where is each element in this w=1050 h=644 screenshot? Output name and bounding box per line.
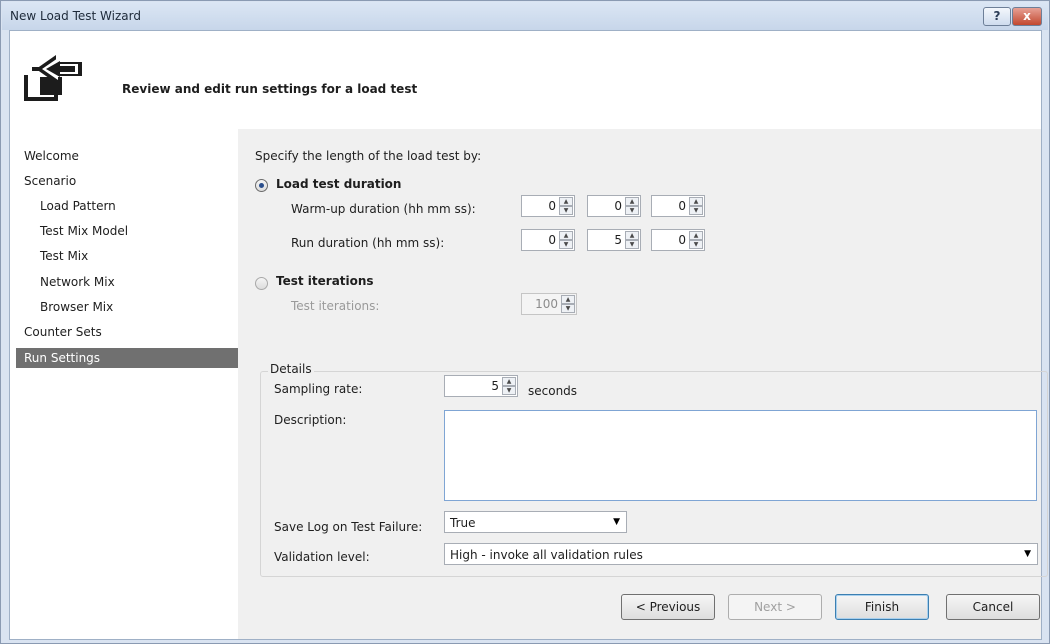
iterations-option-label[interactable]: Test iterations: [276, 274, 374, 288]
intro-text: Specify the length of the load test by:: [255, 149, 482, 163]
run-seconds-stepper[interactable]: 0 ▲ ▼: [651, 229, 705, 251]
finish-button[interactable]: Finish: [835, 594, 929, 620]
spin-down-icon[interactable]: ▼: [559, 206, 573, 215]
sampling-unit-label: seconds: [528, 384, 578, 398]
spin-down-icon[interactable]: ▼: [625, 206, 639, 215]
spin-down-icon[interactable]: ▼: [502, 386, 516, 395]
help-button[interactable]: ?: [983, 7, 1011, 26]
run-hours-stepper[interactable]: 0 ▲ ▼: [521, 229, 575, 251]
details-title: Details: [268, 362, 314, 376]
nav-item-counter-sets[interactable]: Counter Sets: [24, 322, 102, 342]
chevron-down-icon: ▼: [613, 517, 620, 527]
sampling-rate-stepper[interactable]: 5 ▲ ▼: [444, 375, 518, 397]
spin-up-icon[interactable]: ▲: [561, 295, 575, 304]
nav-item-run-settings[interactable]: Run Settings: [16, 348, 238, 368]
spin-up-icon[interactable]: ▲: [559, 231, 573, 240]
page-title: Review and edit run settings for a load …: [122, 82, 418, 96]
nav-item-test-mix[interactable]: Test Mix: [40, 246, 88, 266]
run-minutes-stepper[interactable]: 5 ▲ ▼: [587, 229, 641, 251]
warmup-hours-stepper[interactable]: 0 ▲ ▼: [521, 195, 575, 217]
spin-down-icon[interactable]: ▼: [689, 206, 703, 215]
spin-up-icon[interactable]: ▲: [502, 377, 516, 386]
spin-up-icon[interactable]: ▲: [559, 197, 573, 206]
wizard-client: Review and edit run settings for a load …: [9, 30, 1048, 640]
validation-level-label: Validation level:: [274, 550, 370, 564]
nav-item-load-pattern[interactable]: Load Pattern: [40, 196, 116, 216]
spin-up-icon[interactable]: ▲: [625, 231, 639, 240]
iterations-radio[interactable]: [255, 277, 268, 290]
iterations-stepper[interactable]: 100 ▲ ▼: [521, 293, 577, 315]
window-title: New Load Test Wizard: [10, 9, 141, 23]
sampling-rate-label: Sampling rate:: [274, 382, 363, 396]
nav-item-test-mix-model[interactable]: Test Mix Model: [40, 221, 128, 241]
nav-item-browser-mix[interactable]: Browser Mix: [40, 297, 113, 317]
spin-down-icon[interactable]: ▼: [559, 240, 573, 249]
wizard-header: Review and edit run settings for a load …: [10, 31, 1041, 129]
duration-option-label[interactable]: Load test duration: [276, 177, 401, 191]
iterations-field-label: Test iterations:: [291, 299, 380, 313]
cancel-button[interactable]: Cancel: [946, 594, 1040, 620]
run-settings-panel: Specify the length of the load test by: …: [238, 129, 1048, 639]
description-label: Description:: [274, 413, 347, 427]
save-log-select[interactable]: True ▼: [444, 511, 627, 533]
spin-up-icon[interactable]: ▲: [689, 197, 703, 206]
nav-item-network-mix[interactable]: Network Mix: [40, 272, 115, 292]
spin-up-icon[interactable]: ▲: [689, 231, 703, 240]
duration-radio[interactable]: [255, 179, 268, 192]
warmup-minutes-stepper[interactable]: 0 ▲ ▼: [587, 195, 641, 217]
spin-down-icon[interactable]: ▼: [561, 304, 575, 313]
radio-dot-icon: [259, 183, 264, 188]
save-log-label: Save Log on Test Failure:: [274, 520, 423, 534]
spin-up-icon[interactable]: ▲: [625, 197, 639, 206]
chevron-down-icon: ▼: [1024, 549, 1031, 559]
wizard-import-icon: [22, 55, 82, 101]
spin-down-icon[interactable]: ▼: [689, 240, 703, 249]
validation-level-select[interactable]: High - invoke all validation rules ▼: [444, 543, 1038, 565]
nav-item-scenario[interactable]: Scenario: [24, 171, 76, 191]
wizard-window: New Load Test Wizard ? x Review and edit…: [0, 0, 1050, 644]
run-duration-label: Run duration (hh mm ss):: [291, 236, 445, 250]
description-field[interactable]: [444, 410, 1037, 501]
close-button[interactable]: x: [1012, 7, 1042, 26]
previous-button[interactable]: < Previous: [621, 594, 715, 620]
next-button[interactable]: Next >: [728, 594, 822, 620]
warmup-seconds-stepper[interactable]: 0 ▲ ▼: [651, 195, 705, 217]
nav-item-welcome[interactable]: Welcome: [24, 146, 79, 166]
title-bar: New Load Test Wizard ? x: [2, 2, 1048, 30]
wizard-nav: Welcome Scenario Load Pattern Test Mix M…: [10, 129, 238, 639]
warmup-label: Warm-up duration (hh mm ss):: [291, 202, 476, 216]
spin-down-icon[interactable]: ▼: [625, 240, 639, 249]
